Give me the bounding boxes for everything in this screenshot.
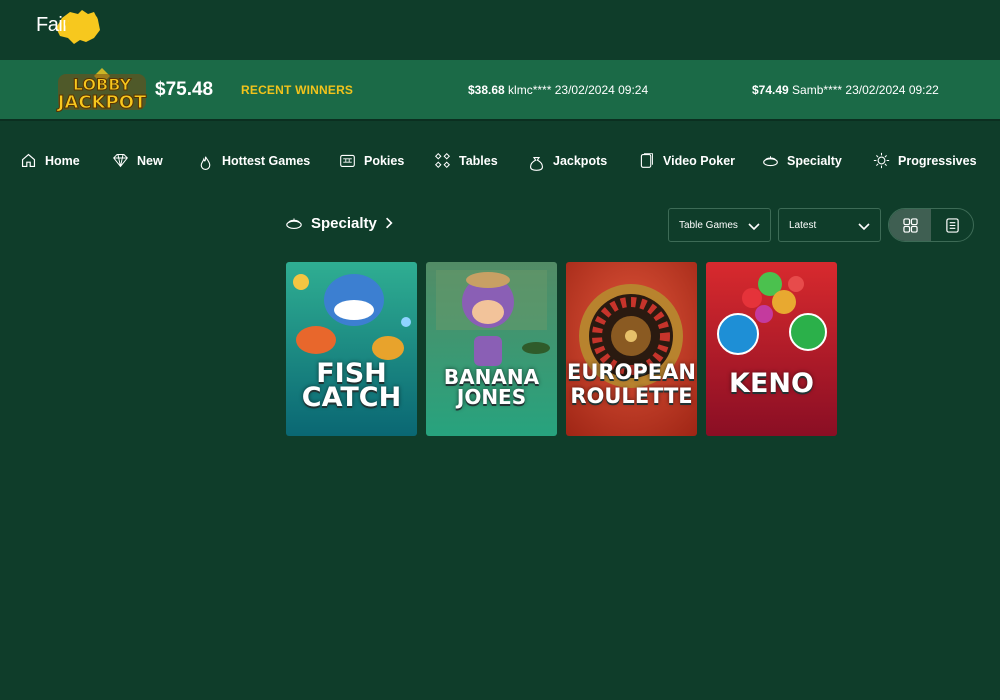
nav-label: Progressives	[898, 153, 977, 168]
game-title: BANANA	[443, 365, 540, 389]
category-filter-value: Table Games	[679, 219, 738, 231]
category-filter-select[interactable]: Table Games	[668, 208, 771, 242]
nav-item-jackpots[interactable]: Jackpots	[528, 149, 607, 172]
winner-amount: $74.49	[752, 83, 789, 97]
nav-label: Tables	[459, 153, 498, 168]
top-bar: Fair GO	[0, 0, 1000, 60]
chevron-right-icon	[385, 217, 393, 229]
game-tile-banana-jones[interactable]: BANANA JONES	[426, 262, 557, 436]
nav-label: Pokies	[364, 153, 405, 168]
nav-label: Video Poker	[663, 153, 736, 168]
section-title: Specialty	[311, 214, 377, 232]
specialty-icon	[763, 156, 778, 167]
game-title: ROULETTE	[570, 384, 693, 408]
game-title: KENO	[729, 368, 814, 399]
home-icon	[21, 153, 36, 168]
game-title: JONES	[456, 385, 527, 409]
grid-view-button[interactable]	[889, 209, 931, 241]
recent-winners-banner: LOBBY JACKPOT $75.48 RECENT WINNERS $38.…	[0, 60, 1000, 121]
nav-label: Jackpots	[553, 153, 608, 168]
nav-item-new[interactable]: New	[112, 152, 163, 169]
sort-select[interactable]: Latest	[778, 208, 881, 242]
game-tile-european-roulette[interactable]: EUROPEAN ROULETTE	[566, 262, 697, 436]
keno-artwork	[706, 262, 837, 436]
fair-go-logo[interactable]: Fair GO	[34, 6, 104, 46]
winner-amount: $38.68	[468, 83, 505, 97]
european-roulette-artwork	[566, 262, 697, 436]
winner-user: klmc****	[508, 83, 552, 97]
specialty-icon	[286, 218, 302, 229]
winner-entry: $38.68 klmc**** 23/02/2024 09:24	[468, 83, 648, 97]
slot-machine-icon	[340, 154, 355, 168]
winner-user: Samb****	[792, 83, 843, 97]
grid-icon	[902, 217, 918, 233]
winner-entry: $74.49 Samb**** 23/02/2024 09:22	[752, 83, 939, 97]
game-tile-keno[interactable]: KENO	[706, 262, 837, 436]
nav-item-pokies[interactable]: Pokies	[339, 152, 404, 169]
money-bag-icon	[529, 156, 544, 171]
jackpot-amount: $75.48	[155, 79, 214, 100]
flame-icon	[200, 156, 211, 170]
nav-label: Home	[45, 153, 80, 168]
cards-icon	[434, 152, 451, 169]
game-title: CATCH	[301, 382, 402, 413]
video-poker-icon	[640, 153, 653, 168]
diamond-icon	[113, 154, 128, 168]
chevron-down-icon	[748, 223, 760, 231]
nav-item-home[interactable]: Home	[20, 152, 80, 169]
chevron-down-icon	[858, 223, 870, 231]
nav-item-video-poker[interactable]: Video Poker	[638, 152, 735, 169]
lobby-jackpot-logo: LOBBY JACKPOT	[55, 68, 147, 114]
winner-time: 23/02/2024 09:24	[554, 83, 649, 97]
brand-name-part2: GO	[64, 10, 99, 35]
progressives-icon	[873, 152, 890, 169]
list-view-button[interactable]	[931, 209, 973, 241]
section-header[interactable]: Specialty	[285, 214, 393, 232]
game-tile-fish-catch[interactable]: FISH CATCH	[286, 262, 417, 436]
nav-item-tables[interactable]: Tables	[434, 152, 498, 169]
nav-item-progressives[interactable]: Progressives	[873, 152, 977, 169]
jackpot-logo-line2: JACKPOT	[56, 92, 147, 113]
category-nav: Home New Hottest Games Pokies Tables Jac…	[0, 140, 1000, 184]
view-toggle	[888, 208, 974, 242]
nav-item-hottest-games[interactable]: Hottest Games	[197, 149, 310, 172]
banana-jones-artwork	[426, 262, 557, 436]
games-grid: FISH CATCH BANANA JONES EUROPEAN ROULETT…	[286, 262, 837, 436]
winner-time: 23/02/2024 09:22	[845, 83, 939, 97]
list-icon	[945, 217, 959, 233]
nav-item-specialty[interactable]: Specialty	[762, 152, 842, 169]
nav-label: Hottest Games	[222, 153, 311, 168]
nav-label: New	[137, 153, 163, 168]
game-title: EUROPEAN	[567, 360, 696, 384]
nav-label: Specialty	[787, 153, 842, 168]
recent-winners-label: RECENT WINNERS	[241, 83, 354, 97]
sort-value: Latest	[789, 219, 817, 231]
